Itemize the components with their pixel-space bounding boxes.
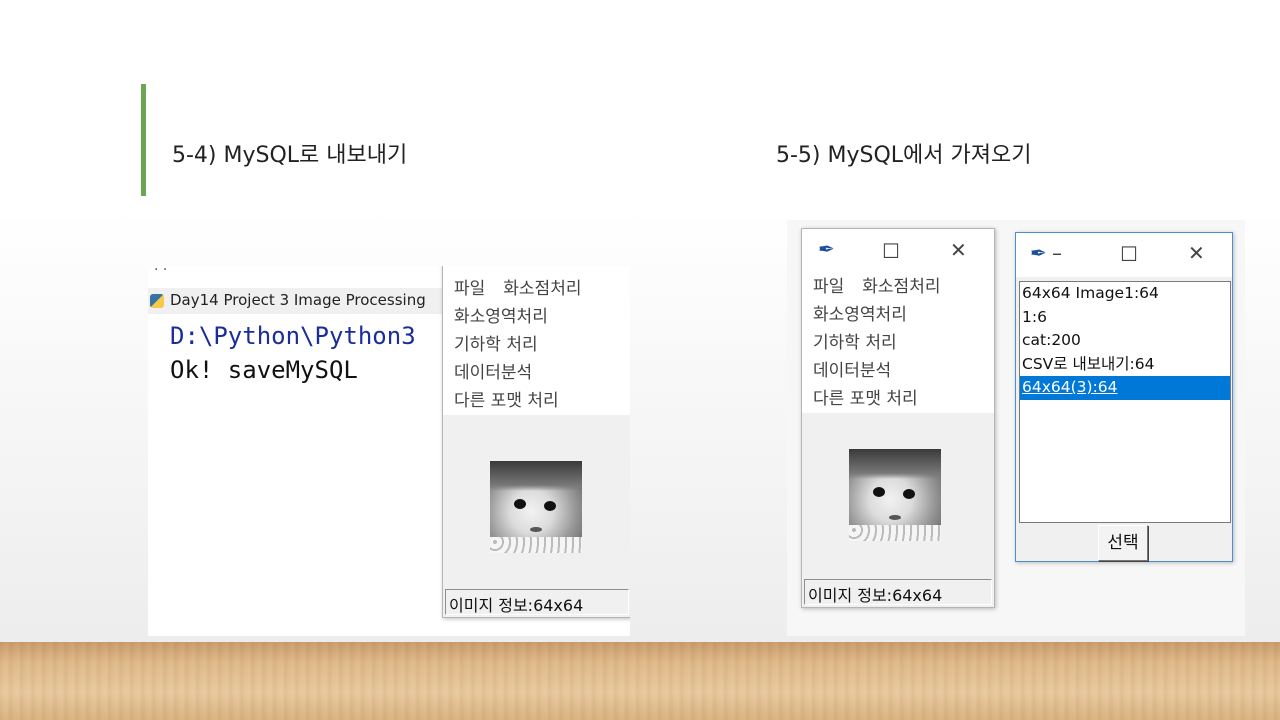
menu-pixel-area[interactable]: 화소영역처리 <box>443 303 630 331</box>
wood-floor-background <box>0 642 1280 720</box>
right-slide-title: 5-5) MySQL에서 가져오기 <box>776 143 1032 168</box>
menu-pixel-point[interactable]: 화소점처리 <box>503 279 581 299</box>
feather-icon: ▾ <box>457 266 464 267</box>
menu-bar: 파일 화소점처리 화소영역처리 기하학 처리 데이터분석 다른 포맷 처리 <box>443 275 630 415</box>
menu-pixel-area[interactable]: 화소영역처리 <box>802 301 994 329</box>
window-titlebar: ✒ ☐ ✕ <box>802 229 994 273</box>
right-screenshot: ✒ ☐ ✕ 파일 화소점처리 화소영역처리 기하학 처리 데이터분석 다른 포맷 … <box>787 220 1245 636</box>
maximize-icon[interactable]: ☐ <box>1120 242 1138 266</box>
menu-data-analysis[interactable]: 데이터분석 <box>443 359 630 387</box>
menu-row: 파일 화소점처리 <box>443 275 630 303</box>
console-dots: . . <box>154 266 168 274</box>
menu-other-format[interactable]: 다른 포맷 처리 <box>802 385 994 413</box>
select-dialog-window: ✒ – ☐ ✕ 64x64 Image1:64 1:6 cat:200 CSV로… <box>1015 232 1233 562</box>
close-icon[interactable]: ✕ <box>950 238 967 262</box>
menu-geometry[interactable]: 기하학 처리 <box>443 331 630 359</box>
list-item[interactable]: cat:200 <box>1020 329 1230 353</box>
menu-file[interactable]: 파일 <box>454 279 485 299</box>
list-item[interactable]: 64x64 Image1:64 <box>1020 282 1230 306</box>
dialog-titlebar: ✒ – ☐ ✕ <box>1016 233 1232 277</box>
list-item-selected[interactable]: 64x64(3):64 <box>1020 376 1230 400</box>
minimize-icon[interactable]: – <box>1052 241 1062 265</box>
menu-pixel-point[interactable]: 화소점처리 <box>862 277 940 297</box>
status-bar: 이미지 정보:64x64 <box>445 589 629 615</box>
image-app-window: ✒ ☐ ✕ 파일 화소점처리 화소영역처리 기하학 처리 데이터분석 다른 포맷 … <box>801 228 995 608</box>
feather-icon: ✒ <box>818 237 835 261</box>
file-listbox[interactable]: 64x64 Image1:64 1:6 cat:200 CSV로 내보내기:64… <box>1019 281 1231 523</box>
menu-row: 파일 화소점처리 <box>802 273 994 301</box>
console-output-status: Ok! saveMySQL <box>170 356 358 384</box>
left-slide-title: 5-4) MySQL로 내보내기 <box>172 143 408 168</box>
python-icon <box>150 294 164 308</box>
menu-bar: 파일 화소점처리 화소영역처리 기하학 처리 데이터분석 다른 포맷 처리 <box>802 273 994 413</box>
window-titlebar: ▾ ▁ ✕ <box>443 266 630 275</box>
image-app-window: ▾ ▁ ✕ 파일 화소점처리 화소영역처리 기하학 처리 데이터분석 다른 포맷 … <box>442 266 630 618</box>
baby-photo <box>490 461 582 553</box>
accent-bar <box>141 84 146 196</box>
list-item[interactable]: CSV로 내보내기:64 <box>1020 353 1230 377</box>
console-tab-label: Day14 Project 3 Image Processing <box>170 291 426 309</box>
menu-other-format[interactable]: 다른 포맷 처리 <box>443 387 630 415</box>
close-icon[interactable]: ✕ <box>1188 241 1205 265</box>
baby-photo <box>849 449 941 541</box>
select-button[interactable]: 선택 <box>1098 525 1148 561</box>
maximize-icon[interactable]: ☐ <box>882 239 900 263</box>
list-item[interactable]: 1:6 <box>1020 306 1230 330</box>
menu-geometry[interactable]: 기하학 처리 <box>802 329 994 357</box>
console-output-path: D:\Python\Python3 <box>170 322 416 350</box>
left-screenshot: . . Day14 Project 3 Image Processing D:\… <box>148 266 630 636</box>
feather-icon: ✒ <box>1030 241 1047 265</box>
console-tab[interactable]: Day14 Project 3 Image Processing <box>148 288 448 314</box>
menu-file[interactable]: 파일 <box>813 277 844 297</box>
status-bar: 이미지 정보:64x64 <box>804 579 992 605</box>
menu-data-analysis[interactable]: 데이터분석 <box>802 357 994 385</box>
